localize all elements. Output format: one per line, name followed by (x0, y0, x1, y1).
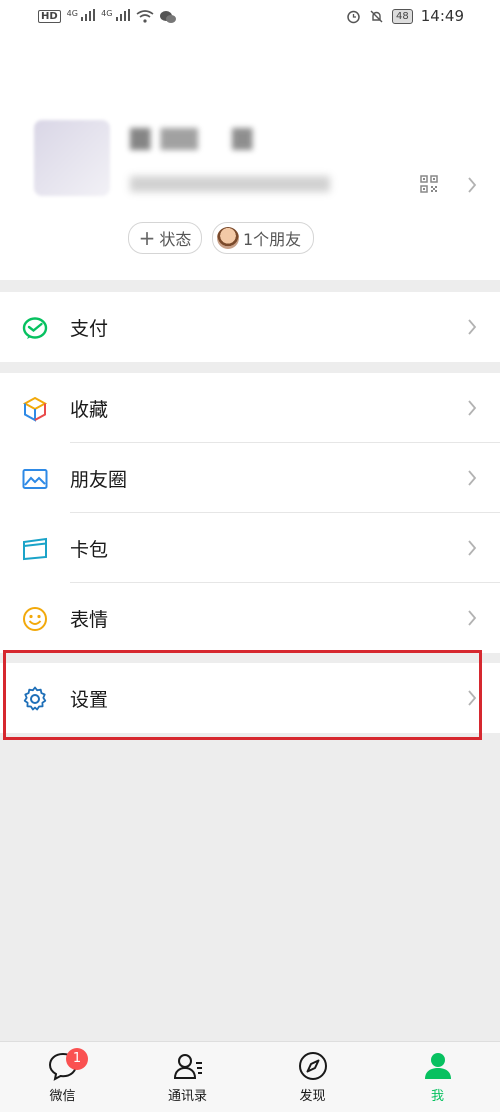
chevron-right-icon (468, 540, 477, 556)
hd-icon: HD (38, 10, 61, 23)
chevron-right-icon (468, 177, 477, 193)
wechat-notification-icon (159, 10, 176, 23)
profile-name-blurred (130, 128, 300, 150)
menu-item-pay[interactable]: 支付 (0, 292, 500, 362)
menu-item-cards[interactable]: 卡包 (0, 513, 500, 583)
friends-chip-label: 1个朋友 (243, 230, 302, 249)
menu-item-moments[interactable]: 朋友圈 (0, 443, 500, 513)
clock: 14:49 (420, 7, 464, 25)
profile-avatar[interactable] (34, 120, 110, 196)
settings-section: 设置 (0, 663, 500, 733)
status-chip-label: 状态 (159, 230, 192, 249)
card-wallet-icon (23, 537, 47, 561)
alarm-icon (347, 10, 360, 23)
menu-item-settings-label: 设置 (70, 688, 109, 711)
bottom-tab-bar: 1 微信 通讯录 发现 我 (0, 1041, 500, 1112)
status-chip[interactable]: + 状态 (128, 222, 202, 254)
tools-section: 收藏 朋友圈 卡包 表情 (0, 373, 500, 653)
mute-bell-icon (370, 10, 383, 22)
network-indicators: HD 4G 4G (38, 9, 176, 24)
pay-section: 支付 (0, 292, 500, 362)
tab-chats[interactable]: 1 微信 (0, 1042, 125, 1112)
friends-chip[interactable]: 1个朋友 (212, 222, 314, 254)
unread-badge: 1 (66, 1048, 88, 1070)
menu-item-favorites-label: 收藏 (70, 398, 109, 421)
contacts-icon (173, 1054, 202, 1079)
photo-icon (22, 469, 48, 489)
signal-icon-2: 4G (101, 9, 130, 24)
plus-icon: + (138, 226, 156, 250)
tab-chats-label: 微信 (49, 1089, 76, 1104)
chevron-right-icon (468, 690, 477, 706)
menu-item-favorites[interactable]: 收藏 (0, 373, 500, 443)
friend-avatar (217, 227, 239, 249)
chevron-right-icon (468, 400, 477, 416)
profile-header[interactable]: + 状态 1个朋友 (0, 34, 500, 280)
qr-code-icon[interactable] (420, 175, 438, 193)
tab-discover-label: 发现 (299, 1089, 326, 1104)
menu-item-stickers-label: 表情 (70, 608, 109, 631)
profile-wechat-id-blurred (130, 176, 330, 192)
cube-icon (22, 396, 48, 422)
status-bar: HD 4G 4G 48 14:49 (0, 0, 500, 34)
menu-item-cards-label: 卡包 (70, 538, 109, 561)
menu-item-settings[interactable]: 设置 (0, 663, 500, 733)
gear-icon (23, 686, 47, 711)
tab-me-label: 我 (430, 1089, 444, 1104)
battery-indicator: 48 (392, 8, 413, 24)
smiley-icon (23, 607, 47, 631)
menu-item-pay-label: 支付 (70, 317, 109, 340)
compass-icon (298, 1052, 327, 1080)
tab-me[interactable]: 我 (375, 1042, 500, 1112)
chevron-right-icon (468, 470, 477, 486)
tab-contacts-label: 通讯录 (167, 1089, 207, 1104)
signal-icon: 4G (67, 9, 96, 24)
person-icon (424, 1053, 451, 1079)
pay-icon (22, 317, 48, 339)
chevron-right-icon (468, 610, 477, 626)
menu-item-moments-label: 朋友圈 (70, 468, 128, 491)
chevron-right-icon (468, 319, 477, 335)
menu-item-stickers[interactable]: 表情 (0, 583, 500, 653)
status-right: 48 14:49 (346, 7, 464, 25)
tab-discover[interactable]: 发现 (250, 1042, 375, 1112)
tab-contacts[interactable]: 通讯录 (125, 1042, 250, 1112)
wifi-icon (136, 10, 154, 23)
